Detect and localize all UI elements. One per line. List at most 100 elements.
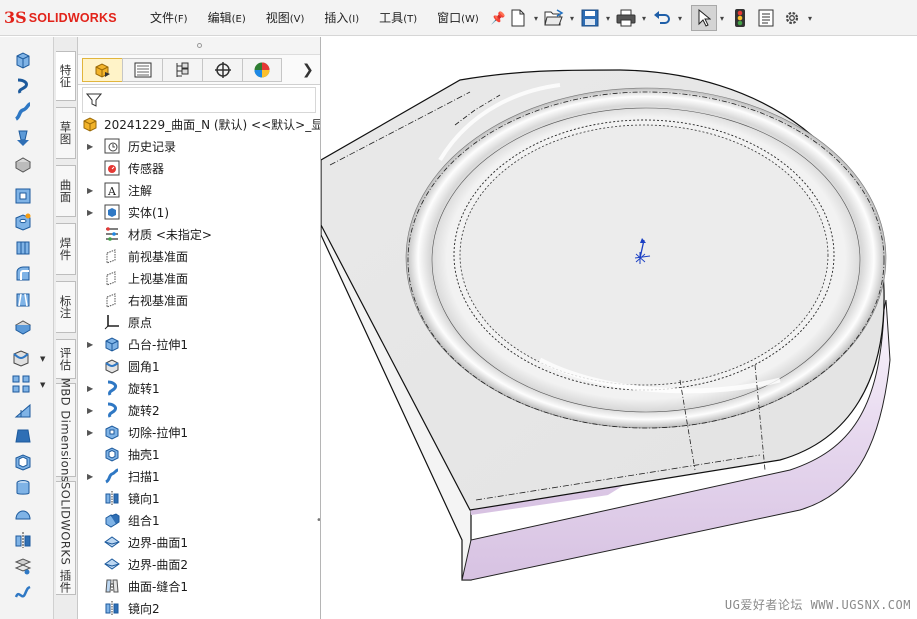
reference-geometry-icon[interactable] bbox=[12, 555, 34, 577]
print-icon[interactable] bbox=[613, 5, 639, 31]
tree-item[interactable]: 曲面-缝合1 bbox=[78, 575, 320, 597]
lofted-cut-icon[interactable] bbox=[12, 289, 34, 311]
tab-sketch[interactable]: 草图 bbox=[56, 107, 76, 159]
pattern-dropdown-arrow[interactable]: ▼ bbox=[40, 381, 45, 389]
new-dropdown-arrow[interactable]: ▾ bbox=[531, 14, 541, 23]
display-manager-icon[interactable] bbox=[242, 57, 282, 82]
undo-dropdown-arrow[interactable]: ▾ bbox=[675, 14, 685, 23]
tree-item[interactable]: 边界-曲面1 bbox=[78, 531, 320, 553]
undo-icon[interactable] bbox=[649, 5, 675, 31]
extruded-cut-icon[interactable] bbox=[12, 185, 34, 207]
boundary-boss-icon[interactable] bbox=[12, 153, 34, 175]
tree-root-part[interactable]: 20241229_曲面_N (默认) <<默认>_显示 bbox=[82, 113, 320, 135]
dimxpert-icon[interactable] bbox=[202, 57, 242, 82]
tab-surfaces[interactable]: 曲面 bbox=[56, 165, 76, 217]
expand-arrow-icon[interactable]: ▶ bbox=[87, 384, 93, 393]
expand-arrow-icon[interactable]: ▶ bbox=[87, 340, 93, 349]
curves-icon[interactable] bbox=[12, 581, 34, 603]
print-dropdown-arrow[interactable]: ▾ bbox=[639, 14, 649, 23]
command-manager-strip: ▼ ▼ bbox=[0, 37, 54, 619]
tab-solidworks-addins[interactable]: SOLIDWORKS 插件 bbox=[56, 481, 76, 595]
save-dropdown-arrow[interactable]: ▾ bbox=[603, 14, 613, 23]
tree-item[interactable]: ▶ A 注解 bbox=[78, 179, 320, 201]
menu-item[interactable]: 工具(T) bbox=[375, 9, 421, 26]
tree-item[interactable]: ▶ 扫描1 bbox=[78, 465, 320, 487]
fillet-dropdown-arrow[interactable]: ▼ bbox=[40, 355, 45, 363]
expand-arrow-icon[interactable]: ▶ bbox=[87, 142, 93, 151]
menu-bar: 3S SOLIDWORKS 文件(F) 编辑(E) 视图(V) 插入(I) 工具(T) 窗… bbox=[0, 0, 917, 36]
save-icon[interactable] bbox=[577, 5, 603, 31]
filter-icon[interactable] bbox=[86, 92, 102, 108]
tree-item[interactable]: 右视基准面 bbox=[78, 289, 320, 311]
tab-evaluate[interactable]: 评估 bbox=[56, 339, 76, 379]
wrap-icon[interactable] bbox=[12, 477, 34, 499]
tree-item[interactable]: ▶ 实体(1) bbox=[78, 201, 320, 223]
tab-markup[interactable]: 标注 bbox=[56, 281, 76, 333]
solidworks-logo[interactable]: 3S SOLIDWORKS bbox=[4, 8, 134, 27]
boundary-cut-icon[interactable] bbox=[12, 315, 34, 337]
open-icon[interactable] bbox=[541, 5, 567, 31]
tab-label: 曲面 bbox=[58, 179, 73, 203]
lofted-boss-icon[interactable] bbox=[12, 127, 34, 149]
open-dropdown-arrow[interactable]: ▾ bbox=[567, 14, 577, 23]
tree-item[interactable]: ▶ 旋转2 bbox=[78, 399, 320, 421]
file-properties-icon[interactable] bbox=[753, 5, 779, 31]
tree-item[interactable]: 上视基准面 bbox=[78, 267, 320, 289]
options-dropdown-arrow[interactable]: ▾ bbox=[805, 14, 815, 23]
expand-arrow-icon[interactable]: ▶ bbox=[87, 406, 93, 415]
mirror-command-icon[interactable] bbox=[12, 529, 34, 551]
tree-item[interactable]: ▶ 切除-拉伸1 bbox=[78, 421, 320, 443]
menu-item[interactable]: 插入(I) bbox=[320, 9, 363, 26]
dome-icon[interactable] bbox=[12, 503, 34, 525]
tree-item[interactable]: ▶ 旋转1 bbox=[78, 377, 320, 399]
tree-item[interactable]: 原点 bbox=[78, 311, 320, 333]
menu-item[interactable]: 文件(F) bbox=[146, 9, 192, 26]
options-icon[interactable] bbox=[779, 5, 805, 31]
tree-item[interactable]: 材质 <未指定> bbox=[78, 223, 320, 245]
tree-item[interactable]: 传感器 bbox=[78, 157, 320, 179]
tree-item[interactable]: 镜向1 bbox=[78, 487, 320, 509]
expand-arrow-icon[interactable]: ▶ bbox=[87, 186, 93, 195]
draft-icon[interactable] bbox=[12, 425, 34, 447]
expand-arrow-icon[interactable]: ▶ bbox=[87, 208, 93, 217]
tree-item[interactable]: ▶ 凸台-拉伸1 bbox=[78, 333, 320, 355]
select-dropdown-arrow[interactable]: ▾ bbox=[717, 14, 727, 23]
graphics-area[interactable]: UG爱好者论坛 WWW.UGSNX.COM bbox=[321, 37, 917, 619]
extruded-boss-icon[interactable] bbox=[12, 49, 34, 71]
property-manager-icon[interactable] bbox=[122, 57, 162, 82]
tree-item[interactable]: 组合1 bbox=[78, 509, 320, 531]
tree-item[interactable]: 镜向2 bbox=[78, 597, 320, 619]
revolved-boss-icon[interactable] bbox=[12, 75, 34, 97]
tree-item[interactable]: 抽壳1 bbox=[78, 443, 320, 465]
panel-grip[interactable] bbox=[78, 37, 320, 55]
expand-arrow-icon[interactable]: ▶ bbox=[87, 472, 93, 481]
tab-features[interactable]: 特征 bbox=[56, 51, 76, 101]
menu-item[interactable]: 编辑(E) bbox=[204, 9, 250, 26]
expand-arrow-icon[interactable]: ▶ bbox=[87, 428, 93, 437]
pin-icon[interactable]: 📌 bbox=[491, 11, 506, 25]
feature-tree-filter[interactable] bbox=[82, 87, 316, 113]
revolved-cut-icon[interactable] bbox=[12, 237, 34, 259]
menu-item[interactable]: 视图(V) bbox=[262, 9, 309, 26]
tab-weldments[interactable]: 焊件 bbox=[56, 223, 76, 275]
tree-item[interactable]: ▶ 历史记录 bbox=[78, 135, 320, 157]
tree-item[interactable]: 圆角1 bbox=[78, 355, 320, 377]
tree-item[interactable]: 前视基准面 bbox=[78, 245, 320, 267]
tree-item[interactable]: 边界-曲面2 bbox=[78, 553, 320, 575]
rib-icon[interactable] bbox=[12, 399, 34, 421]
tab-mbd-dimensions[interactable]: MBD Dimensions bbox=[56, 378, 76, 482]
fillet-icon[interactable] bbox=[10, 347, 32, 369]
configuration-manager-icon[interactable] bbox=[162, 57, 202, 82]
model-viewport[interactable] bbox=[321, 37, 917, 619]
menu-item[interactable]: 窗口(W) bbox=[433, 9, 483, 26]
hole-wizard-icon[interactable] bbox=[12, 211, 34, 233]
rebuild-icon[interactable] bbox=[727, 5, 753, 31]
feature-manager-icon[interactable] bbox=[82, 57, 122, 82]
linear-pattern-icon[interactable] bbox=[10, 373, 32, 395]
new-icon[interactable] bbox=[505, 5, 531, 31]
swept-cut-icon[interactable] bbox=[12, 263, 34, 285]
swept-boss-icon[interactable] bbox=[12, 101, 34, 123]
select-icon[interactable] bbox=[691, 5, 717, 31]
chevron-right-icon[interactable]: ❯ bbox=[302, 62, 314, 78]
shell-icon[interactable] bbox=[12, 451, 34, 473]
